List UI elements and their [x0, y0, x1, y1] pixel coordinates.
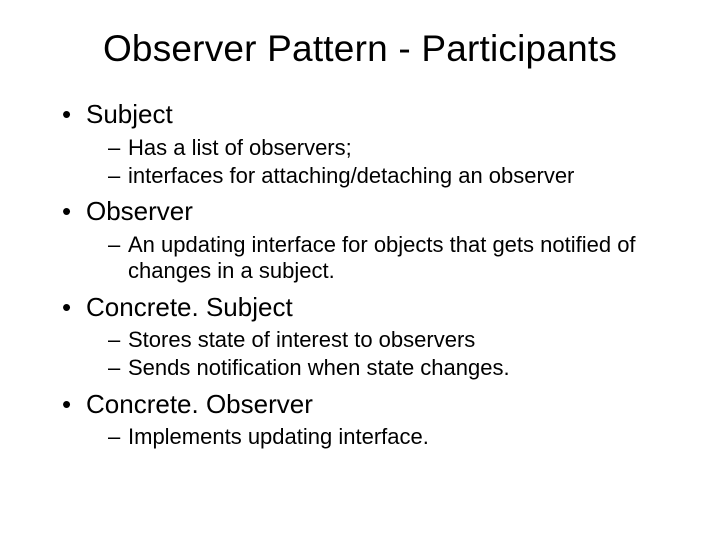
bullet-item: Concrete. Observer Implements updating i…: [62, 388, 680, 451]
bullet-item: Subject Has a list of observers; interfa…: [62, 98, 680, 189]
sub-list: Implements updating interface.: [108, 424, 680, 450]
bullet-label: Observer: [86, 196, 193, 226]
bullet-item: Observer An updating interface for objec…: [62, 195, 680, 284]
sub-list: Stores state of interest to observers Se…: [108, 327, 680, 382]
slide-title: Observer Pattern - Participants: [40, 28, 680, 70]
sub-item: Implements updating interface.: [108, 424, 680, 450]
sub-list: An updating interface for objects that g…: [108, 232, 680, 285]
sub-list: Has a list of observers; interfaces for …: [108, 135, 680, 190]
slide: Observer Pattern - Participants Subject …: [0, 0, 720, 540]
sub-item: Has a list of observers;: [108, 135, 680, 161]
bullet-label: Subject: [86, 99, 173, 129]
sub-item: An updating interface for objects that g…: [108, 232, 680, 285]
sub-item: Sends notification when state changes.: [108, 355, 680, 381]
sub-item: Stores state of interest to observers: [108, 327, 680, 353]
bullet-label: Concrete. Observer: [86, 389, 313, 419]
bullet-label: Concrete. Subject: [86, 292, 293, 322]
bullet-list: Subject Has a list of observers; interfa…: [62, 98, 680, 451]
sub-item: interfaces for attaching/detaching an ob…: [108, 163, 680, 189]
bullet-item: Concrete. Subject Stores state of intere…: [62, 291, 680, 382]
